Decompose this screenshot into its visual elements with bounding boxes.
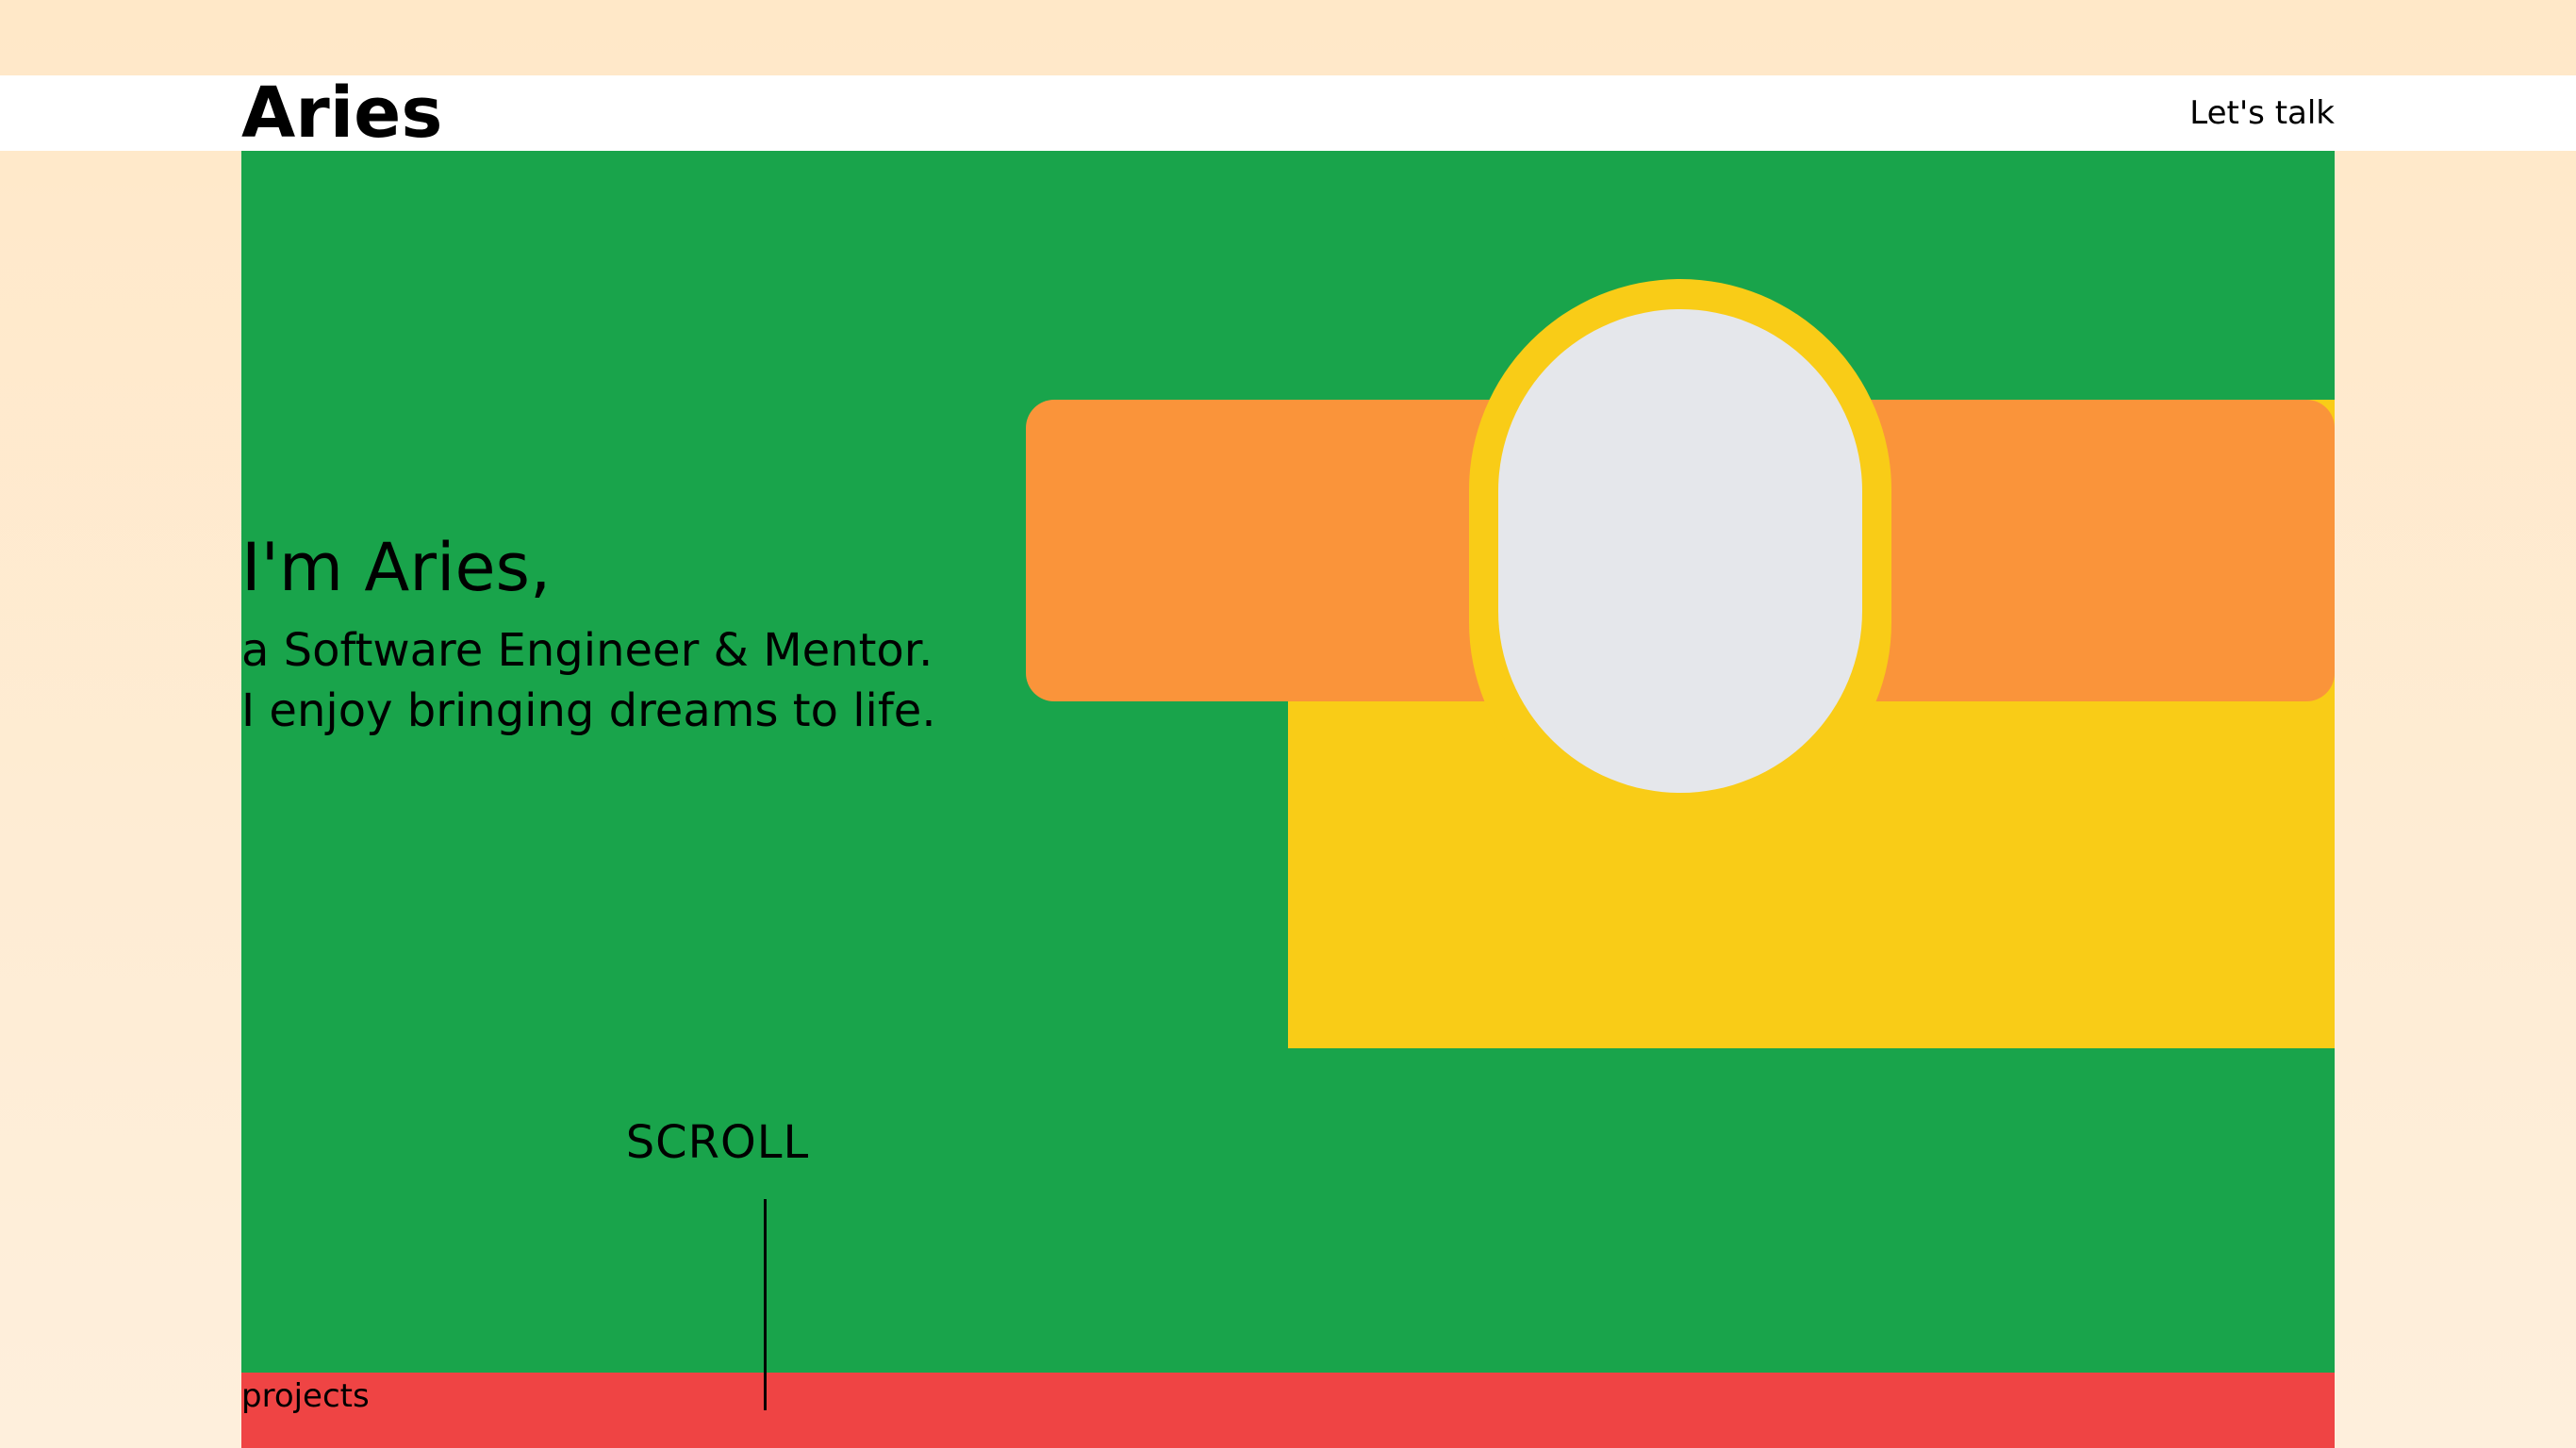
scroll-indicator-line [764, 1199, 767, 1410]
hero-greeting: I'm Aries, [241, 529, 552, 606]
projects-section [241, 1373, 2335, 1448]
hero-tagline-mission: I enjoy bringing dreams to life. [241, 684, 936, 737]
lets-talk-link[interactable]: Let's talk [2189, 75, 2335, 151]
brand-logo[interactable]: Aries [241, 75, 442, 151]
projects-section-label: projects [241, 1377, 370, 1415]
scroll-indicator-label[interactable]: SCROLL [609, 1116, 826, 1171]
avatar [1498, 309, 1862, 793]
hero-section: I'm Aries, a Software Engineer & Mentor.… [241, 151, 2335, 1373]
hero-tagline-role: a Software Engineer & Mentor. [241, 624, 933, 677]
